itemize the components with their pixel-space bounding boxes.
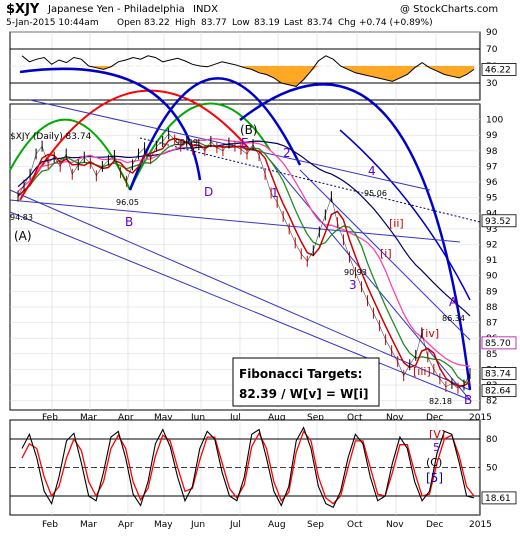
price-tick-3: 85 [486, 350, 497, 360]
rsi-panel: 3050709046.22 [9, 28, 517, 101]
stoch-label-5: 5 [433, 441, 440, 454]
wave-label-3: 3 [349, 278, 357, 292]
price-tick-13: 95 [486, 194, 497, 204]
stoch-label-5-blue: [5] [426, 471, 443, 485]
open-value: 83.22 [144, 18, 170, 28]
symbol-title: $XJY [6, 2, 40, 17]
last-label: Last [284, 18, 303, 28]
wave-label-B-jan: B [464, 393, 472, 407]
high-label: High [175, 18, 196, 28]
stoch-month-label-11: 2015 [469, 520, 492, 530]
wave-label-4: 4 [368, 164, 376, 178]
low-label-96-05: 96.05 [116, 198, 139, 207]
wave-label-D: D [204, 185, 213, 199]
stockcharts-brand: @ StockCharts.com [400, 4, 498, 15]
wave-label-A-major: (A) [14, 229, 32, 243]
price-tag-3: 82.64 [485, 387, 511, 397]
wave-label-i: [i] [380, 247, 392, 260]
high-label-99-09: 99.09 [175, 138, 198, 147]
rsi-value-tag: 46.22 [485, 65, 511, 75]
stochastic-annotations: [V] 5 (C) [5] [426, 428, 445, 485]
wave-label-E: E [241, 136, 249, 150]
fib-title: Fibonacci Targets: [239, 367, 362, 381]
rsi-tick-2: 70 [486, 45, 498, 55]
price-tick-8: 90 [486, 272, 498, 282]
stoch-month-label-6: Aug [268, 520, 286, 530]
price-tick-5: 87 [486, 319, 497, 329]
low-label-90-93: 90.93 [344, 268, 367, 277]
chart-root: $XJY Japanese Yen - Philadelphia INDX @ … [0, 0, 520, 540]
price-tag-1: 85.70 [485, 339, 511, 349]
stoch-tick-1: 50 [486, 464, 498, 474]
rsi-tick-3: 90 [486, 28, 498, 38]
price-tick-18: 100 [486, 116, 503, 126]
high-value: 83.77 [201, 18, 227, 28]
price-tick-0: 82 [486, 397, 497, 407]
stoch-month-label-0: Feb [42, 520, 58, 530]
wave-label-B-major: (B) [240, 123, 258, 137]
wave-label-1: 1 [271, 186, 279, 200]
rsi-tick-0: 30 [486, 79, 498, 89]
wave-label-A-dec: A [449, 295, 458, 309]
low-label-82-18: 82.18 [429, 397, 452, 406]
stoch-month-label-3: May [154, 520, 173, 530]
price-tick-10: 92 [486, 241, 497, 251]
low-label: Low [232, 18, 250, 28]
price-tick-6: 88 [486, 303, 498, 313]
stoch-value-tag: 18.61 [485, 494, 511, 504]
quote-date: 5-Jan-2015 10:44am [6, 18, 99, 28]
stoch-month-label-2: Apr [118, 520, 134, 530]
open-label: Open [117, 18, 141, 28]
high-label-95-06: 95.06 [364, 189, 387, 198]
wave-label-B-apr: B [125, 215, 133, 229]
wave-label-iii: [iii] [413, 365, 431, 378]
wave-label-ii: [ii] [389, 217, 404, 230]
stoch-month-label-1: Mar [80, 520, 97, 530]
price-tag-2: 83.74 [485, 369, 511, 379]
stoch-label-V: [V] [429, 428, 445, 441]
stoch-month-label-7: Sep [307, 520, 324, 530]
stoch-month-label-8: Oct [347, 520, 363, 530]
high-label-86-34: 86.34 [442, 314, 465, 323]
price-tick-16: 98 [486, 147, 498, 157]
last-value: 83.74 [307, 18, 333, 28]
stoch-month-label-5: Jul [229, 520, 241, 530]
chg-value: +0.74 (+0.89%) [359, 18, 433, 28]
price-tag-0: 93.52 [485, 217, 511, 227]
stoch-month-label-9: Nov [386, 520, 404, 530]
low-value: 83.19 [254, 18, 280, 28]
stoch-tick-2: 80 [486, 435, 498, 445]
wave-label-2: 2 [283, 146, 291, 160]
stoch-month-label-10: Dec [426, 520, 443, 530]
price-tick-17: 99 [486, 131, 498, 141]
fib-target: 82.39 / W[v] = W[i] [239, 387, 368, 401]
low-label-94-83: 94.83 [10, 213, 33, 222]
chart-legend: $XJY (Daily) 83.74 [10, 132, 92, 142]
chg-label: Chg [338, 18, 356, 28]
stoch-month-label-4: Jun [190, 520, 205, 530]
wave-label-iv: [iv] [421, 327, 439, 340]
stoch-label-C: (C) [426, 456, 442, 469]
symbol-exchange: INDX [193, 4, 218, 15]
symbol-description: Japanese Yen - Philadelphia [47, 4, 185, 15]
stockchart-svg: $XJY Japanese Yen - Philadelphia INDX @ … [0, 0, 520, 540]
price-tick-14: 96 [486, 178, 498, 188]
price-tick-15: 97 [486, 162, 497, 172]
price-tick-7: 89 [486, 287, 498, 297]
price-tick-9: 91 [486, 256, 497, 266]
